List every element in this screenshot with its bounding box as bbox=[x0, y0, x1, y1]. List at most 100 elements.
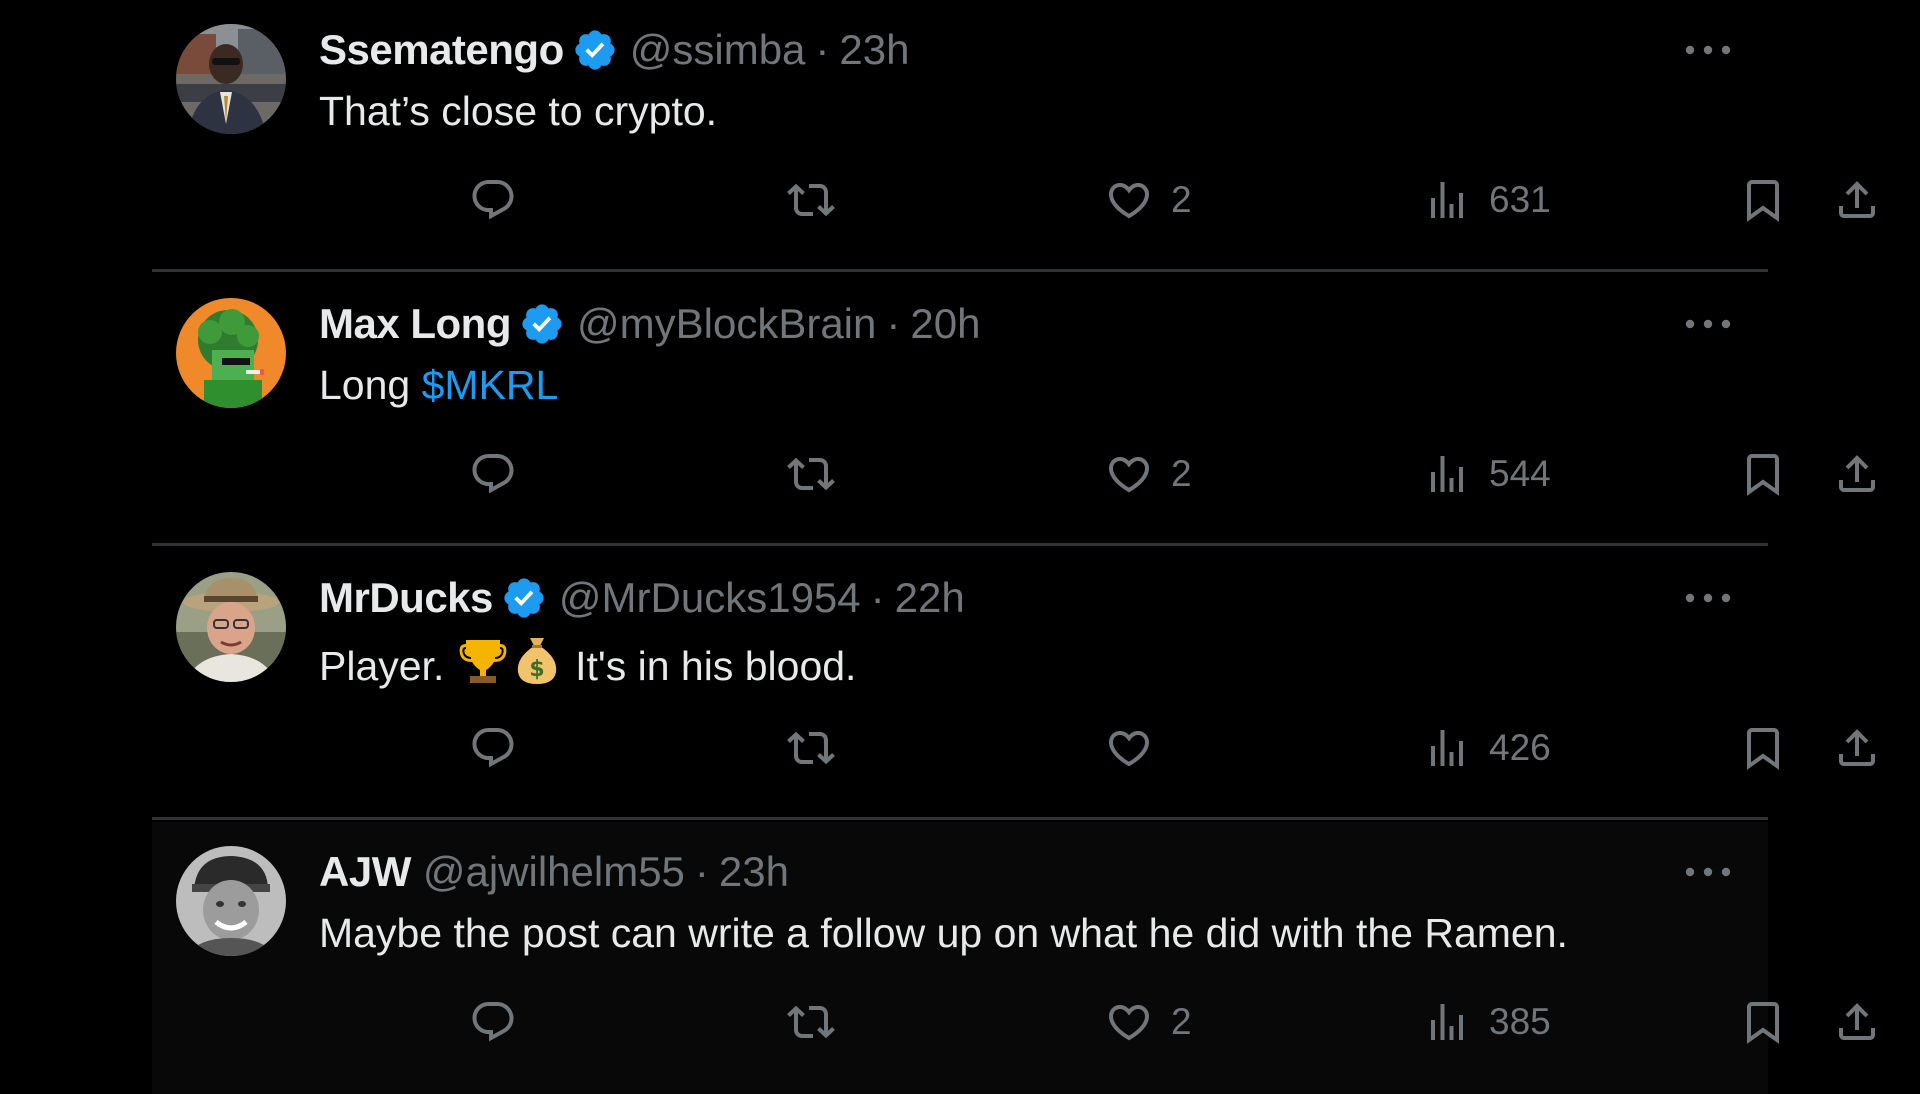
separator-dot: · bbox=[886, 300, 901, 347]
share-icon bbox=[1833, 724, 1881, 772]
share-icon bbox=[1833, 450, 1881, 498]
avatar[interactable] bbox=[176, 24, 286, 134]
avatar[interactable] bbox=[176, 846, 286, 956]
trophy-emoji bbox=[459, 640, 507, 683]
avatar-pixel-character bbox=[176, 298, 286, 408]
reply-button[interactable] bbox=[469, 172, 517, 228]
views-button[interactable]: 426 bbox=[1423, 720, 1551, 776]
retweet-button[interactable] bbox=[787, 994, 835, 1050]
like-icon bbox=[1105, 176, 1153, 224]
divider bbox=[152, 543, 1768, 546]
tweet-actions: 2 544 bbox=[319, 446, 1719, 502]
share-button[interactable] bbox=[1833, 172, 1881, 228]
separator-dot: · bbox=[815, 26, 830, 73]
reply-icon bbox=[469, 998, 517, 1046]
retweet-icon bbox=[787, 724, 835, 772]
divider bbox=[152, 269, 1768, 272]
views-icon bbox=[1423, 724, 1471, 772]
author-name[interactable]: Max Long bbox=[319, 300, 512, 348]
view-count: 631 bbox=[1489, 179, 1551, 220]
share-button[interactable] bbox=[1833, 994, 1881, 1050]
views-icon bbox=[1423, 998, 1471, 1046]
author-name[interactable]: MrDucks bbox=[319, 574, 493, 622]
share-icon bbox=[1833, 176, 1881, 224]
tweet-mrducks[interactable]: MrDucks @MrDucks1954 · 22h Player. $ It'… bbox=[152, 548, 1768, 820]
like-count: 2 bbox=[1171, 453, 1192, 494]
bookmark-button[interactable] bbox=[1739, 172, 1787, 228]
author-handle[interactable]: @MrDucks1954 bbox=[559, 574, 861, 622]
avatar-photo-man-in-suit bbox=[176, 24, 286, 134]
verified-badge-icon[interactable] bbox=[501, 575, 547, 621]
like-icon bbox=[1105, 450, 1153, 498]
tweet-actions: 426 bbox=[319, 720, 1719, 776]
retweet-button[interactable] bbox=[787, 720, 835, 776]
timestamp[interactable]: 20h bbox=[910, 300, 980, 348]
avatar[interactable] bbox=[176, 298, 286, 408]
view-count: 426 bbox=[1489, 727, 1551, 768]
separator-dot: · bbox=[694, 848, 709, 895]
view-count: 385 bbox=[1489, 1001, 1551, 1042]
bookmark-icon bbox=[1739, 724, 1787, 772]
more-icon[interactable] bbox=[1678, 584, 1738, 612]
tweet-text-prefix: Long bbox=[319, 362, 422, 408]
avatar[interactable] bbox=[176, 572, 286, 682]
bookmark-button[interactable] bbox=[1739, 446, 1787, 502]
like-button[interactable]: 2 bbox=[1105, 446, 1192, 502]
verified-badge-icon[interactable] bbox=[519, 301, 565, 347]
share-icon bbox=[1833, 998, 1881, 1046]
share-button[interactable] bbox=[1833, 446, 1881, 502]
separator-dot: · bbox=[870, 574, 885, 621]
views-button[interactable]: 544 bbox=[1423, 446, 1551, 502]
views-button[interactable]: 631 bbox=[1423, 172, 1551, 228]
like-icon bbox=[1105, 998, 1153, 1046]
more-icon[interactable] bbox=[1678, 310, 1738, 338]
author-name[interactable]: AJW bbox=[319, 848, 411, 896]
retweet-icon bbox=[787, 176, 835, 224]
retweet-button[interactable] bbox=[787, 172, 835, 228]
more-icon[interactable] bbox=[1678, 36, 1738, 64]
retweet-button[interactable] bbox=[787, 446, 835, 502]
more-icon[interactable] bbox=[1678, 858, 1738, 886]
author-handle[interactable]: @myBlockBrain bbox=[577, 300, 876, 348]
cashtag-link[interactable]: $MKRL bbox=[422, 362, 559, 408]
reply-button[interactable] bbox=[469, 446, 517, 502]
tweet-text: That’s close to crypto. bbox=[319, 88, 718, 134]
share-button[interactable] bbox=[1833, 720, 1881, 776]
tweet-ssematengo[interactable]: Ssematengo @ssimba · 23h That’s close to… bbox=[152, 0, 1768, 272]
view-count: 544 bbox=[1489, 453, 1551, 494]
tweet-max-long[interactable]: Max Long @myBlockBrain · 20h Long $MKRL … bbox=[152, 274, 1768, 546]
timestamp[interactable]: 22h bbox=[895, 574, 965, 622]
like-button[interactable] bbox=[1105, 720, 1171, 776]
tweet-text-suffix: It's in his blood. bbox=[563, 643, 857, 689]
like-button[interactable]: 2 bbox=[1105, 994, 1192, 1050]
reply-icon bbox=[469, 450, 517, 498]
tweet-actions: 2 631 bbox=[319, 172, 1719, 228]
reply-button[interactable] bbox=[469, 994, 517, 1050]
tweet-ajw[interactable]: AJW @ajwilhelm55 · 23h Maybe the post ca… bbox=[152, 822, 1768, 1094]
reply-feed: Ssematengo @ssimba · 23h That’s close to… bbox=[152, 0, 1768, 1094]
bookmark-icon bbox=[1739, 998, 1787, 1046]
timestamp[interactable]: 23h bbox=[719, 848, 789, 896]
author-name[interactable]: Ssematengo bbox=[319, 26, 564, 74]
bookmark-icon bbox=[1739, 450, 1787, 498]
bookmark-button[interactable] bbox=[1739, 994, 1787, 1050]
views-button[interactable]: 385 bbox=[1423, 994, 1551, 1050]
verified-badge-icon[interactable] bbox=[572, 27, 618, 73]
like-count: 2 bbox=[1171, 1001, 1192, 1042]
reply-button[interactable] bbox=[469, 720, 517, 776]
like-button[interactable]: 2 bbox=[1105, 172, 1192, 228]
author-handle[interactable]: @ajwilhelm55 bbox=[423, 848, 685, 896]
bookmark-button[interactable] bbox=[1739, 720, 1787, 776]
money-bag-emoji: $ bbox=[517, 638, 556, 684]
tweet-text-prefix: Player. bbox=[319, 643, 456, 689]
avatar-photo-man-in-hat bbox=[176, 572, 286, 682]
tweet-text: Maybe the post can write a follow up on … bbox=[319, 910, 1568, 956]
author-handle[interactable]: @ssimba bbox=[630, 26, 806, 74]
tweet-actions: 2 385 bbox=[319, 994, 1719, 1050]
timestamp[interactable]: 23h bbox=[839, 26, 909, 74]
views-icon bbox=[1423, 450, 1471, 498]
bookmark-icon bbox=[1739, 176, 1787, 224]
svg-text:$: $ bbox=[529, 657, 544, 682]
retweet-icon bbox=[787, 450, 835, 498]
reply-icon bbox=[469, 724, 517, 772]
